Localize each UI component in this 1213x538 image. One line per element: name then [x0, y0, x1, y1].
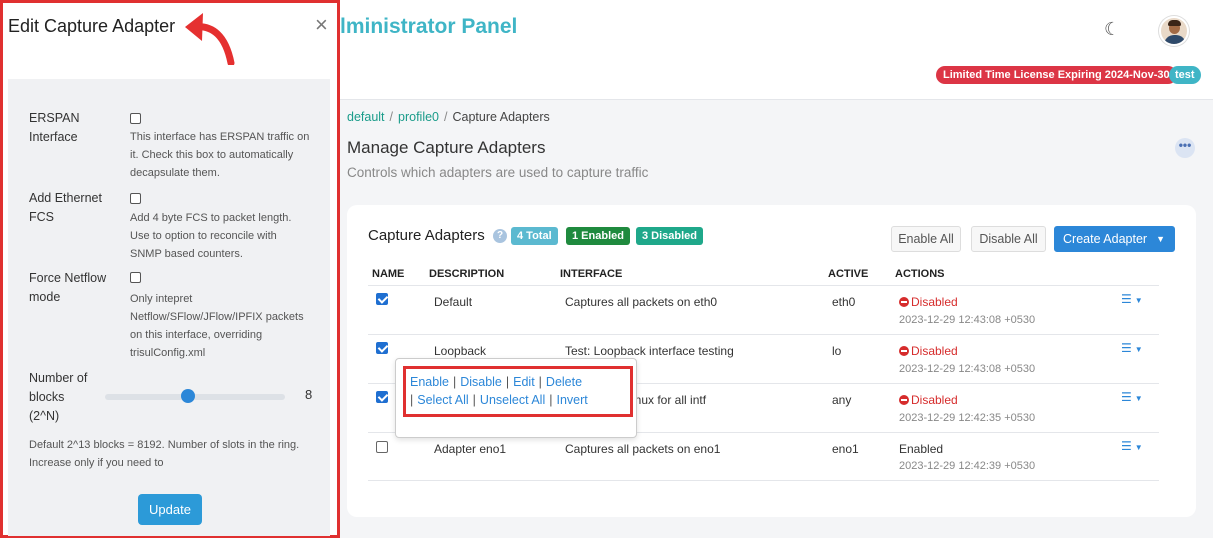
erspan-help: This interface has ERSPAN traffic on it.…	[130, 131, 310, 179]
caret-down-icon: ▼	[1134, 443, 1143, 452]
disabled-icon	[899, 346, 909, 356]
fcs-checkbox[interactable]	[130, 193, 141, 204]
caret-down-icon: ▼	[1134, 345, 1143, 354]
erspan-checkbox[interactable]	[130, 113, 141, 124]
page-title: Manage Capture Adapters	[347, 138, 546, 157]
close-icon[interactable]: ×	[315, 12, 328, 38]
list-icon: ☰	[1121, 390, 1132, 404]
column-header-description: DESCRIPTION	[429, 268, 505, 280]
disabled-icon	[899, 395, 909, 405]
create-adapter-button[interactable]: Create Adapter ▼	[1054, 226, 1175, 252]
disabled-icon	[899, 297, 909, 307]
row-active: any	[832, 393, 852, 407]
breadcrumb: default / profile0/Capture Adapters	[347, 110, 550, 124]
row-actions-menu[interactable]: ☰ ▼	[1121, 292, 1143, 306]
row-active: lo	[832, 344, 842, 358]
row-active: eno1	[832, 442, 859, 456]
blocks-slider-track[interactable]	[105, 394, 285, 400]
help-icon[interactable]: ?	[493, 229, 507, 243]
disable-all-button[interactable]: Disable All	[971, 226, 1046, 252]
card-title: Capture Adapters	[368, 227, 485, 244]
row-description: Adapter eno1	[434, 442, 507, 456]
row-timestamp: 2023-12-29 12:43:08 +0530	[899, 314, 1036, 326]
blocks-slider-handle[interactable]	[180, 389, 195, 403]
row-actions-menu[interactable]: ☰ ▼	[1121, 439, 1143, 453]
update-button[interactable]: Update	[138, 494, 202, 525]
more-options-button[interactable]: •••	[1175, 138, 1195, 158]
highlight-box	[403, 366, 633, 417]
breadcrumb-profile[interactable]: profile0	[398, 110, 439, 124]
netflow-checkbox[interactable]	[130, 272, 141, 283]
breadcrumb-current: Capture Adapters	[452, 110, 550, 124]
row-checkbox[interactable]	[376, 342, 388, 354]
row-active: eth0	[832, 295, 856, 309]
row-checkbox[interactable]	[376, 441, 388, 453]
edit-adapter-panel: Edit Capture Adapter × ERSPAN Interface …	[0, 0, 340, 538]
row-interface: Captures all packets on eth0	[565, 295, 718, 309]
page-header-title: lministrator Panel	[340, 15, 518, 38]
status-badge: Disabled	[899, 393, 958, 407]
row-description: Default	[434, 295, 473, 309]
enabled-badge: 1 Enabled	[566, 227, 630, 245]
caret-down-icon[interactable]: ▼	[1156, 227, 1165, 251]
column-header-active: ACTIVE	[828, 268, 869, 280]
row-timestamp: 2023-12-29 12:42:35 +0530	[899, 412, 1036, 424]
row-actions-menu[interactable]: ☰ ▼	[1121, 390, 1143, 404]
blocks-help: Default 2^13 blocks = 8192. Number of sl…	[29, 439, 300, 469]
row-divider	[368, 334, 1159, 335]
breadcrumb-default[interactable]: default	[347, 110, 385, 124]
top-bar: lministrator Panel ☾ Limited Time Licens…	[340, 0, 1213, 100]
column-header-actions: ACTIONS	[895, 268, 945, 280]
page-subtitle: Controls which adapters are used to capt…	[347, 165, 649, 180]
total-badge: 4 Total	[511, 227, 558, 245]
row-checkbox[interactable]	[376, 391, 388, 403]
avatar[interactable]	[1159, 16, 1189, 46]
disabled-badge: 3 Disabled	[636, 227, 704, 245]
row-interface: inux for all intf	[632, 393, 707, 407]
create-adapter-label: Create Adapter	[1063, 232, 1148, 246]
row-actions-menu[interactable]: ☰ ▼	[1121, 341, 1143, 355]
status-badge: Disabled	[899, 295, 958, 309]
caret-down-icon: ▼	[1134, 394, 1143, 403]
row-timestamp: 2023-12-29 12:42:39 +0530	[899, 460, 1036, 472]
row-description: Loopback	[434, 344, 487, 358]
license-badge[interactable]: Limited Time License Expiring 2024-Nov-3…	[936, 66, 1177, 84]
user-badge[interactable]: test	[1169, 66, 1201, 84]
status-badge: Enabled	[899, 442, 944, 456]
status-badge: Disabled	[899, 344, 958, 358]
row-timestamp: 2023-12-29 12:43:08 +0530	[899, 363, 1036, 375]
header-divider	[368, 285, 1159, 286]
fcs-help: Add 4 byte FCS to packet length. Use to …	[130, 212, 292, 260]
list-icon: ☰	[1121, 439, 1132, 453]
netflow-label: Force Netflow mode	[29, 271, 107, 304]
fcs-label: Add Ethernet FCS	[29, 191, 102, 224]
netflow-help: Only intepret Netflow/SFlow/JFlow/IPFIX …	[130, 293, 304, 359]
enable-all-button[interactable]: Enable All	[891, 226, 961, 252]
annotation-arrow-icon	[185, 13, 235, 65]
column-header-name: NAME	[372, 268, 405, 280]
row-interface: Captures all packets on eno1	[565, 442, 721, 456]
list-icon: ☰	[1121, 292, 1132, 306]
list-icon: ☰	[1121, 341, 1132, 355]
column-header-interface: INTERFACE	[560, 268, 623, 280]
row-interface: Test: Loopback interface testing	[565, 344, 734, 358]
blocks-label: Number of blocks (2^N)	[29, 371, 88, 423]
blocks-value: 8	[305, 387, 313, 402]
editor-title: Edit Capture Adapter	[8, 16, 176, 36]
caret-down-icon: ▼	[1134, 296, 1143, 305]
moon-icon[interactable]: ☾	[1104, 19, 1120, 40]
erspan-label: ERSPAN Interface	[29, 111, 80, 144]
row-checkbox[interactable]	[376, 293, 388, 305]
row-divider	[368, 480, 1159, 481]
